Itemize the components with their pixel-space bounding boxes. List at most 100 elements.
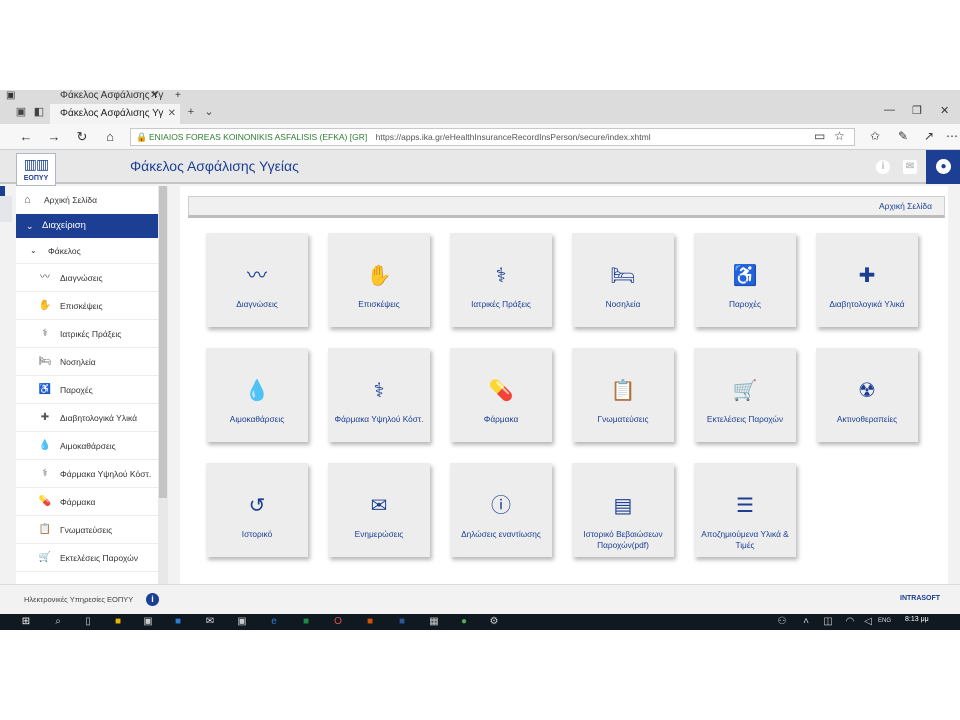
sidebar-scrollbar[interactable] xyxy=(158,186,168,584)
eopyy-logo[interactable]: ▥▥ ΕΟΠΥΥ xyxy=(16,153,56,186)
windows-start-icon[interactable]: ⊞ xyxy=(20,616,32,628)
tab-current[interactable]: Φάκελος Ασφάλισης Υγ ✕ xyxy=(50,104,180,124)
favorite-star-icon[interactable]: ☆ xyxy=(834,129,845,143)
maximize-icon[interactable]: ❐ xyxy=(912,104,922,117)
sidebar-item-label: Αιμοκαθάρσεις xyxy=(60,441,116,451)
more-icon[interactable]: ⋯ xyxy=(946,129,958,143)
close-tab-icon[interactable]: ✕ xyxy=(168,104,176,124)
forward-icon[interactable]: → xyxy=(46,129,62,144)
task-view-icon[interactable]: ▯ xyxy=(82,616,94,628)
medical-cart-icon: 🛒 xyxy=(732,380,758,402)
wifi-icon[interactable]: ◠ xyxy=(844,616,856,628)
language-indicator[interactable]: ENG xyxy=(878,618,891,624)
tab-aside-icon[interactable]: ◧ xyxy=(32,105,46,119)
tray-chevron-icon[interactable]: ˄ xyxy=(800,616,812,628)
mail-app-icon[interactable]: ✉ xyxy=(204,616,216,628)
sidebar-item-label: Διαχείριση xyxy=(42,220,86,231)
left-accent-tab xyxy=(0,196,12,222)
tile-card[interactable]: ⚕ Φάρμακα Υψηλού Κόστ. xyxy=(328,348,430,442)
sidebar-item[interactable]: 💊 Φάρμακα xyxy=(16,488,158,516)
main-content: Αρχική Σελίδα 〰 Διαγνώσεις ✋ Επισκέψεις ⚕ Ιατ… xyxy=(180,186,948,584)
home-icon[interactable]: ⌂ xyxy=(102,129,118,144)
minimize-icon[interactable]: — xyxy=(884,104,895,116)
tile-card[interactable]: ♿ Παροχές xyxy=(694,233,796,327)
sidebar-item[interactable]: ✋ Επισκέψεις xyxy=(16,292,158,320)
tile-card[interactable]: ✉ Ενημερώσεις xyxy=(328,463,430,557)
notes-icon: 📋 xyxy=(38,524,52,535)
tile-card[interactable]: ☢ Ακτινοθεραπείες xyxy=(816,348,918,442)
clock[interactable]: 8:13 μμ xyxy=(905,616,929,623)
share-icon[interactable]: ↗ xyxy=(924,129,934,143)
search-icon[interactable]: ⌕ xyxy=(52,616,64,628)
sidebar-item-folder[interactable]: ⌄ Φάκελος xyxy=(16,238,158,264)
sidebar-item-home[interactable]: ⌂ Αρχική Σελίδα xyxy=(16,186,158,214)
sidebar-item[interactable]: ⚕ Φάρμακα Υψηλού Κόστ. xyxy=(16,460,158,488)
file-explorer-icon[interactable]: ■ xyxy=(112,616,124,628)
people-icon[interactable]: ⚇ xyxy=(776,616,788,628)
back-icon[interactable]: ← xyxy=(18,129,34,144)
volume-icon[interactable]: ◁ xyxy=(862,616,874,628)
background-tab-title[interactable]: Φάκελος Ασφάλισης Υγ xyxy=(60,90,163,102)
sidebar-item[interactable]: ♿ Παροχές xyxy=(16,376,158,404)
tile-card[interactable]: ⓘ Δηλώσεις εναντίωσης xyxy=(450,463,552,557)
tile-card[interactable]: ↺ Ιστορικό xyxy=(206,463,308,557)
breadcrumb-home-link[interactable]: Αρχική Σελίδα xyxy=(879,201,932,211)
tile-label: Δηλώσεις εναντίωσης xyxy=(461,529,541,539)
medical-symbol-icon: ⚕ xyxy=(373,380,385,402)
sidebar-item-admin[interactable]: ⌄ Διαχείριση xyxy=(16,214,158,238)
settings-icon[interactable]: ⚙ xyxy=(488,616,500,628)
tile-card[interactable]: ▤ Ιστορικό Βεβαιώσεων Παροχών(pdf) xyxy=(572,463,674,557)
glucose-meter-icon: ✚ xyxy=(40,412,50,423)
tile-card[interactable]: 💧 Αιμοκαθάρσεις xyxy=(206,348,308,442)
reading-view-icon[interactable]: ▭ xyxy=(814,129,825,143)
sidebar-item[interactable]: 🛒 Εκτελέσεις Παροχών xyxy=(16,544,158,572)
info-icon[interactable]: i xyxy=(146,593,159,606)
refresh-icon[interactable]: ↻ xyxy=(74,129,90,145)
medical-cart-icon: 🛒 xyxy=(38,552,52,563)
tile-card[interactable]: 🛒 Εκτελέσεις Παροχών xyxy=(694,348,796,442)
close-icon[interactable]: ✕ xyxy=(150,90,158,102)
tile-card[interactable]: ⚕ Ιατρικές Πράξεις xyxy=(450,233,552,327)
tile-card[interactable]: 〰 Διαγνώσεις xyxy=(206,233,308,327)
chat-app-icon[interactable]: ● xyxy=(458,616,470,628)
scrollbar-thumb[interactable] xyxy=(159,186,167,498)
sidebar-item[interactable]: 〰 Διαγνώσεις xyxy=(16,264,158,292)
tile-card[interactable]: ☰ Αποζημιούμενα Υλικά & Τιμές xyxy=(694,463,796,557)
calculator-icon[interactable]: ▦ xyxy=(428,616,440,628)
sidebar-item[interactable]: 📋 Γνωματεύσεις xyxy=(16,516,158,544)
chevron-down-icon[interactable]: ⌄ xyxy=(202,105,216,119)
favorites-icon[interactable]: ✩ xyxy=(870,129,880,143)
tile-label: Αποζημιούμενα Υλικά & Τιμές xyxy=(701,529,789,550)
address-bar[interactable]: 🔒 ENIAIOS FOREAS KOINONIKIS ASFALISIS (E… xyxy=(130,128,855,146)
tile-card[interactable]: 📋 Γνωματεύσεις xyxy=(572,348,674,442)
tile-card[interactable]: 💊 Φάρμακα xyxy=(450,348,552,442)
tile-label: Ιστορικό xyxy=(241,529,273,539)
page-title: Φάκελος Ασφάλισης Υγείας xyxy=(130,158,299,174)
mail-icon[interactable]: ✉ xyxy=(903,160,917,174)
tile-card[interactable]: 🛏 Νοσηλεία xyxy=(572,233,674,327)
sidebar-item[interactable]: ✚ Διαβητολογικά Υλικά xyxy=(16,404,158,432)
user-menu-button[interactable]: ● xyxy=(926,150,960,184)
app-icon[interactable]: ▣ xyxy=(236,616,248,628)
pen-icon[interactable]: ✎ xyxy=(898,129,908,143)
powerpoint-icon[interactable]: ■ xyxy=(364,616,376,628)
new-tab-icon[interactable]: + xyxy=(184,105,198,119)
sidebar-item-label: Επισκέψεις xyxy=(60,301,103,311)
window-close-icon[interactable]: ✕ xyxy=(940,104,949,117)
info-icon[interactable]: i xyxy=(876,160,890,174)
sidebar-item[interactable]: 💧 Αιμοκαθάρσεις xyxy=(16,432,158,460)
excel-icon[interactable]: ■ xyxy=(300,616,312,628)
tile-card[interactable]: ✋ Επισκέψεις xyxy=(328,233,430,327)
sidebar-item[interactable]: 🛏 Νοσηλεία xyxy=(16,348,158,376)
outlook-icon[interactable]: ■ xyxy=(172,616,184,628)
edge-icon[interactable]: e xyxy=(268,616,280,628)
network-icon[interactable]: ◫ xyxy=(822,616,834,628)
sidebar-item[interactable]: ⚕ Ιατρικές Πράξεις xyxy=(16,320,158,348)
tab-preview-icon[interactable]: ▣ xyxy=(14,105,28,119)
opera-icon[interactable]: O xyxy=(332,616,344,628)
sidebar-folder-items: 〰 Διαγνώσεις ✋ Επισκέψεις ⚕ Ιατρικές Πράξεις 🛏… xyxy=(16,264,158,572)
plus-icon[interactable]: + xyxy=(175,90,181,102)
tile-card[interactable]: ✚ Διαβητολογικά Υλικά xyxy=(816,233,918,327)
word-icon[interactable]: ■ xyxy=(396,616,408,628)
store-icon[interactable]: ▣ xyxy=(142,616,154,628)
